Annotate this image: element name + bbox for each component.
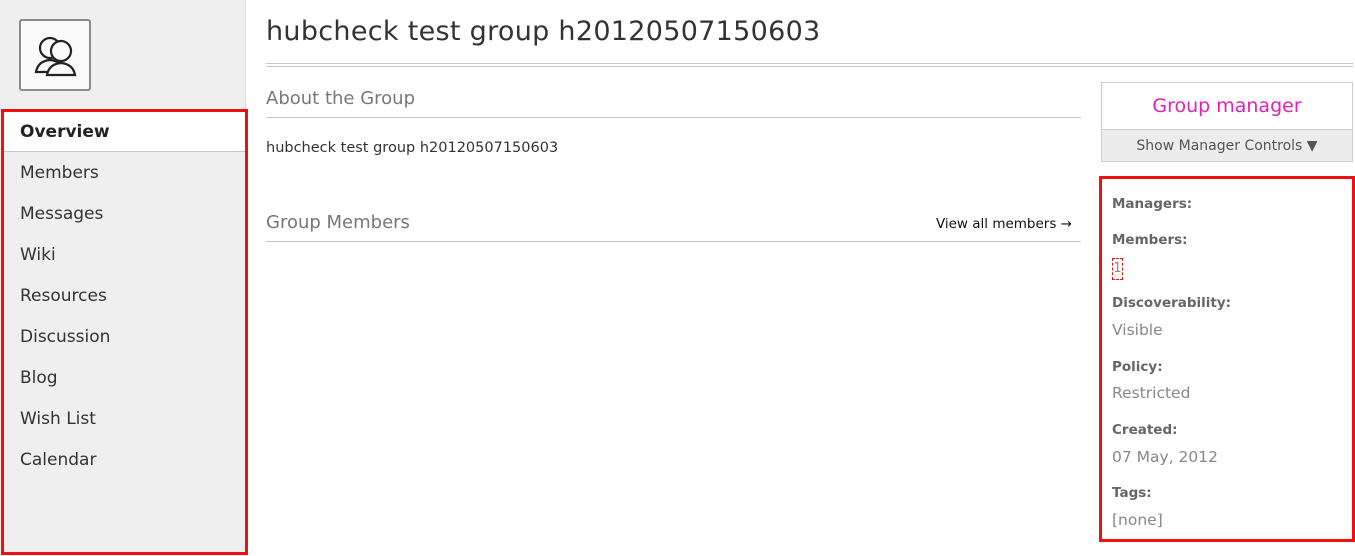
- group-info-panel: Managers: Members: 1 Discoverability: Vi…: [1099, 176, 1355, 542]
- sidebar-item-label: Resources: [20, 285, 107, 306]
- tags-value: [none]: [1112, 511, 1163, 529]
- sidebar-item-resources[interactable]: Resources: [4, 275, 245, 316]
- sidebar-item-members[interactable]: Members: [4, 152, 245, 193]
- created-value: 07 May, 2012: [1112, 448, 1218, 466]
- sidebar-item-label: Overview: [20, 121, 110, 142]
- discoverability-label: Discoverability:: [1112, 295, 1232, 311]
- discoverability-value: Visible: [1112, 321, 1163, 339]
- title-divider: [266, 63, 1353, 67]
- sidebar-item-label: Discussion: [20, 326, 111, 347]
- group-avatar: [19, 19, 91, 91]
- members-section-header: Group Members View all members →: [266, 212, 1081, 242]
- sidebar-item-label: Wiki: [20, 244, 56, 265]
- sidebar-item-label: Members: [20, 162, 99, 183]
- about-heading: About the Group: [266, 88, 416, 109]
- sidebar-item-label: Messages: [20, 203, 104, 224]
- policy-label: Policy:: [1112, 359, 1163, 375]
- sidebar-item-blog[interactable]: Blog: [4, 357, 245, 398]
- sidebar: Overview Members Messages Wiki Resources…: [0, 0, 248, 556]
- tags-label: Tags:: [1112, 485, 1152, 501]
- show-manager-controls-button[interactable]: Show Manager Controls ▼: [1102, 130, 1352, 161]
- members-heading: Group Members: [266, 212, 410, 233]
- sidebar-item-messages[interactable]: Messages: [4, 193, 245, 234]
- about-description: hubcheck test group h20120507150603: [266, 140, 559, 156]
- group-manager-panel: Group manager Show Manager Controls ▼: [1101, 82, 1353, 162]
- sidebar-item-label: Wish List: [20, 408, 96, 429]
- sidebar-nav: Overview Members Messages Wiki Resources…: [1, 109, 248, 555]
- policy-value: Restricted: [1112, 384, 1191, 402]
- sidebar-item-label: Calendar: [20, 449, 97, 470]
- group-users-icon: [34, 36, 77, 77]
- sidebar-item-calendar[interactable]: Calendar: [4, 439, 245, 480]
- sidebar-item-overview[interactable]: Overview: [4, 112, 245, 152]
- sidebar-item-label: Blog: [20, 367, 58, 388]
- managers-label: Managers:: [1112, 196, 1193, 212]
- view-all-members-link[interactable]: View all members →: [936, 216, 1072, 232]
- members-count-link[interactable]: 1: [1112, 258, 1123, 280]
- sidebar-item-wish-list[interactable]: Wish List: [4, 398, 245, 439]
- group-manager-title: Group manager: [1102, 83, 1352, 130]
- sidebar-item-discussion[interactable]: Discussion: [4, 316, 245, 357]
- members-label: Members:: [1112, 232, 1188, 248]
- page-title: hubcheck test group h20120507150603: [266, 16, 821, 47]
- created-label: Created:: [1112, 422, 1178, 438]
- about-section-header: About the Group: [266, 88, 1081, 118]
- sidebar-item-wiki[interactable]: Wiki: [4, 234, 245, 275]
